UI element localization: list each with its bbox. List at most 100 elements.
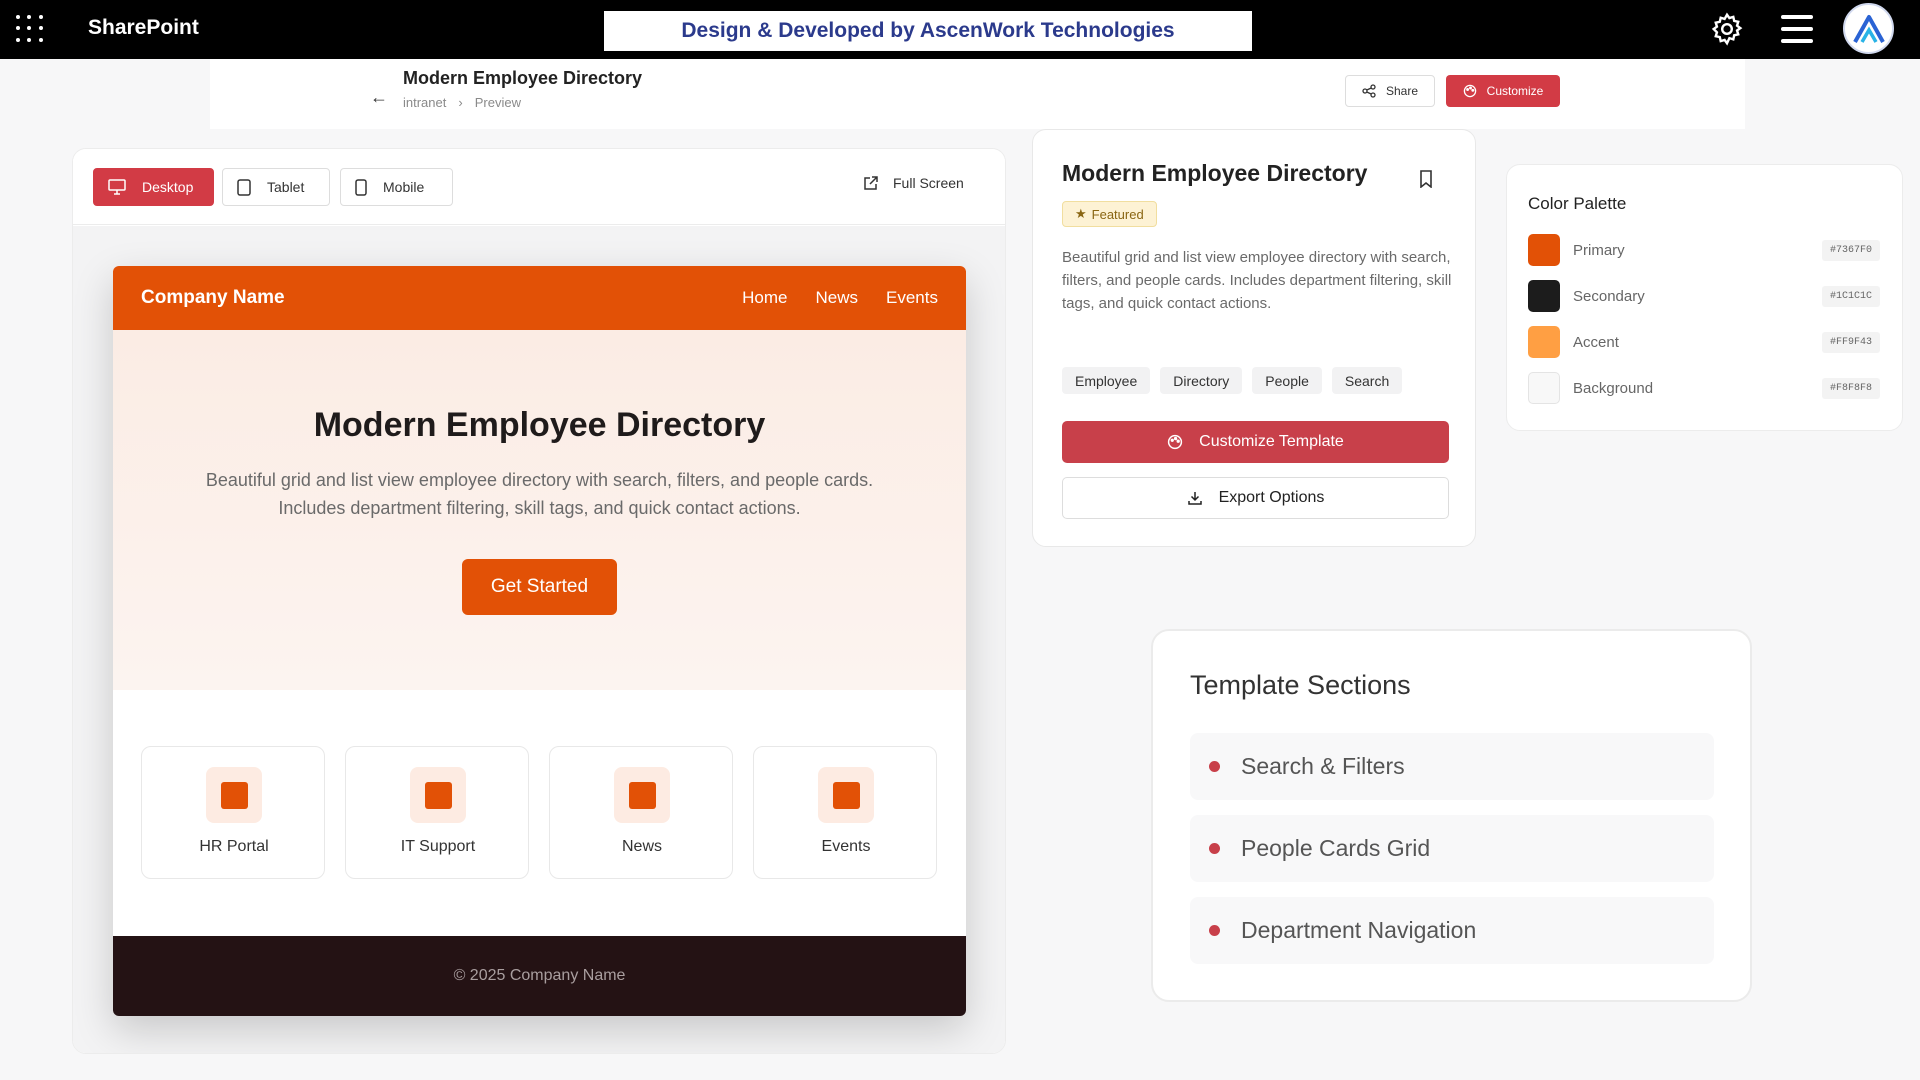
ascenwork-logo-icon bbox=[1852, 14, 1885, 43]
back-arrow-icon[interactable]: ← bbox=[360, 78, 398, 116]
menu-icon[interactable] bbox=[1781, 15, 1813, 43]
section-label: Department Navigation bbox=[1241, 917, 1477, 943]
share-button[interactable]: Share bbox=[1345, 75, 1435, 107]
tile-label: IT Support bbox=[400, 838, 476, 855]
color-swatch bbox=[1528, 280, 1560, 312]
device-mobile-button[interactable]: Mobile bbox=[340, 168, 453, 206]
site-hero: Modern Employee Directory Beautiful grid… bbox=[113, 330, 966, 690]
fullscreen-label: Full Screen bbox=[893, 175, 964, 191]
site-preview: Company Name Home News Events Modern Emp… bbox=[113, 266, 966, 1016]
device-tablet-button[interactable]: Tablet bbox=[222, 168, 330, 206]
tile-square-icon bbox=[614, 767, 670, 823]
export-options-label: Export Options bbox=[1218, 489, 1325, 506]
fullscreen-button[interactable]: Full Screen bbox=[863, 175, 964, 191]
tag-search[interactable]: Search bbox=[1331, 367, 1403, 394]
color-swatch bbox=[1528, 234, 1560, 266]
breadcrumb-separator-icon: › bbox=[458, 95, 463, 110]
app-launcher-icon[interactable] bbox=[16, 15, 44, 43]
tile-square-icon bbox=[206, 767, 262, 823]
palette-icon bbox=[1168, 434, 1183, 450]
featured-label: Featured bbox=[1091, 206, 1144, 222]
hero-title: Modern Employee Directory bbox=[313, 406, 766, 444]
quick-links: HR Portal IT Support News Events bbox=[141, 746, 939, 879]
tile-label: News bbox=[621, 838, 662, 855]
download-icon bbox=[1187, 492, 1202, 505]
hero-subtitle-line-1: Beautiful grid and list view employee di… bbox=[205, 470, 874, 490]
page-title: Modern Employee Directory bbox=[403, 68, 643, 88]
color-row-background[interactable]: Background #F8F8F8 bbox=[1528, 371, 1880, 405]
site-nav-events[interactable]: Events bbox=[886, 288, 938, 308]
site-logo[interactable]: Company Name bbox=[141, 287, 285, 309]
tile-label: Events bbox=[821, 838, 871, 855]
avatar[interactable] bbox=[1843, 3, 1894, 54]
tag-directory[interactable]: Directory bbox=[1160, 367, 1243, 394]
site-nav-news[interactable]: News bbox=[816, 288, 859, 308]
quick-link-hr-portal[interactable]: HR Portal bbox=[141, 746, 325, 879]
suite-bar: SharePoint Design & Developed by AscenWo… bbox=[0, 0, 1920, 59]
breadcrumb-item-preview[interactable]: Preview bbox=[475, 95, 521, 110]
desktop-icon bbox=[108, 179, 126, 195]
customize-template-label: Customize Template bbox=[1199, 433, 1344, 450]
customize-button[interactable]: Customize bbox=[1446, 75, 1560, 107]
preview-canvas: Company Name Home News Events Modern Emp… bbox=[73, 226, 1005, 1053]
color-palette-card: Color Palette Primary #7367F0 Secondary … bbox=[1506, 164, 1903, 431]
tile-square-icon bbox=[410, 767, 466, 823]
tag-people[interactable]: People bbox=[1252, 367, 1322, 394]
star-icon: ★ bbox=[1075, 206, 1087, 221]
template-sections-card: Template Sections Search & Filters Peopl… bbox=[1151, 629, 1752, 1002]
color-swatch bbox=[1528, 326, 1560, 358]
tag-list: Employee Directory People Search bbox=[1062, 367, 1403, 394]
sharepoint-brand[interactable]: SharePoint bbox=[88, 16, 199, 40]
section-item[interactable]: Department Navigation bbox=[1190, 897, 1714, 964]
device-toolbar: Desktop Tablet Mobile Full Screen bbox=[73, 149, 1005, 225]
quick-link-events[interactable]: Events bbox=[753, 746, 937, 879]
color-name: Primary bbox=[1573, 241, 1625, 259]
bookmark-icon[interactable] bbox=[1419, 170, 1433, 188]
tag-employee[interactable]: Employee bbox=[1062, 367, 1151, 394]
external-link-icon bbox=[864, 176, 878, 190]
bullet-dot-icon bbox=[1209, 843, 1220, 854]
template-description: Beautiful grid and list view employee di… bbox=[1062, 249, 1452, 312]
section-item[interactable]: People Cards Grid bbox=[1190, 815, 1714, 882]
quick-link-news[interactable]: News bbox=[549, 746, 733, 879]
color-hex: #1C1C1C bbox=[1821, 285, 1880, 307]
color-hex: #7367F0 bbox=[1821, 239, 1880, 261]
site-nav-home[interactable]: Home bbox=[742, 288, 787, 308]
breadcrumb-item-intranet[interactable]: intranet bbox=[403, 95, 446, 110]
section-item[interactable]: Search & Filters bbox=[1190, 733, 1714, 800]
export-options-button[interactable]: Export Options bbox=[1062, 477, 1449, 519]
quick-link-it-support[interactable]: IT Support bbox=[345, 746, 529, 879]
color-hex: #F8F8F8 bbox=[1821, 377, 1880, 399]
color-hex: #FF9F43 bbox=[1821, 331, 1880, 353]
featured-badge: ★ Featured bbox=[1062, 201, 1157, 227]
section-label: Search & Filters bbox=[1241, 753, 1405, 779]
template-sections-title: Template Sections bbox=[1190, 670, 1411, 700]
credit-banner: Design & Developed by AscenWork Technolo… bbox=[604, 11, 1252, 51]
device-tablet-label: Tablet bbox=[267, 179, 305, 195]
color-row-accent[interactable]: Accent #FF9F43 bbox=[1528, 325, 1880, 359]
tablet-icon bbox=[237, 178, 251, 196]
site-footer: © 2025 Company Name bbox=[113, 936, 966, 1016]
bullet-dot-icon bbox=[1209, 925, 1220, 936]
device-mobile-label: Mobile bbox=[383, 179, 425, 195]
device-desktop-button[interactable]: Desktop bbox=[93, 168, 214, 206]
customize-template-button[interactable]: Customize Template bbox=[1062, 421, 1449, 463]
color-name: Secondary bbox=[1573, 287, 1645, 305]
tile-label: HR Portal bbox=[199, 838, 269, 855]
palette-icon bbox=[1463, 84, 1476, 98]
mobile-icon bbox=[355, 178, 367, 196]
breadcrumb: intranet › Preview bbox=[403, 95, 521, 110]
color-row-secondary[interactable]: Secondary #1C1C1C bbox=[1528, 279, 1880, 313]
color-palette-title: Color Palette bbox=[1528, 194, 1627, 213]
color-name: Accent bbox=[1573, 333, 1619, 351]
color-swatch bbox=[1528, 372, 1560, 404]
template-title: Modern Employee Directory bbox=[1062, 160, 1368, 186]
get-started-button[interactable]: Get Started bbox=[462, 559, 617, 615]
hero-subtitle-line-2: Includes department filtering, skill tag… bbox=[278, 498, 801, 518]
color-row-primary[interactable]: Primary #7367F0 bbox=[1528, 233, 1880, 267]
preview-panel: Desktop Tablet Mobile Full Screen Compan… bbox=[72, 148, 1006, 1054]
customize-label: Customize bbox=[1486, 84, 1544, 98]
hero-subtitle: Beautiful grid and list view employee di… bbox=[173, 466, 906, 522]
gear-icon[interactable] bbox=[1709, 11, 1745, 47]
tile-square-icon bbox=[818, 767, 874, 823]
